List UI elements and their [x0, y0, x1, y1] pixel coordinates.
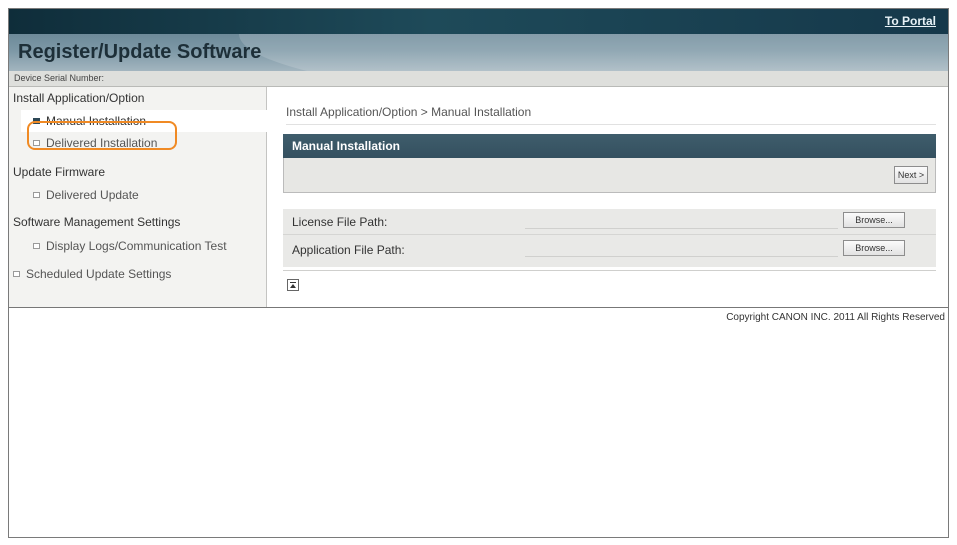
main-content: Install Application/Option > Manual Inst…	[268, 87, 948, 307]
sidebar-item-label: Delivered Update	[46, 188, 139, 202]
sidebar-category-firmware: Update Firmware	[13, 165, 106, 179]
device-serial-bar: Device Serial Number:	[9, 71, 948, 87]
sidebar-item-label: Display Logs/Communication Test	[46, 239, 227, 253]
footer-divider	[9, 307, 948, 308]
file-path-form: License File Path: Browse... Application…	[283, 209, 936, 267]
square-filled-icon	[33, 118, 40, 124]
square-icon	[33, 192, 40, 198]
application-file-row: Application File Path: Browse...	[283, 238, 936, 261]
application-file-input[interactable]	[525, 240, 838, 257]
sidebar-item-label: Scheduled Update Settings	[26, 267, 172, 281]
to-portal-link[interactable]: To Portal	[885, 14, 936, 28]
square-icon	[13, 271, 20, 277]
sidebar-item-scheduled-update-settings[interactable]: Scheduled Update Settings	[13, 267, 171, 281]
sidebar-category-install: Install Application/Option	[13, 91, 145, 105]
sidebar: Install Application/Option Manual Instal…	[9, 87, 267, 307]
sidebar-item-label: Manual Installation	[46, 114, 147, 128]
sidebar-item-delivered-update[interactable]: Delivered Update	[33, 188, 139, 202]
panel-title: Manual Installation	[283, 134, 936, 158]
sidebar-category-management: Software Management Settings	[13, 215, 181, 229]
top-bar: To Portal	[9, 9, 948, 34]
license-browse-button[interactable]: Browse...	[843, 212, 905, 228]
license-file-input[interactable]	[525, 212, 838, 229]
application-browse-button[interactable]: Browse...	[843, 240, 905, 256]
title-bar: Register/Update Software	[9, 34, 948, 71]
next-button[interactable]: Next >	[894, 166, 928, 184]
square-icon	[33, 243, 40, 249]
sidebar-item-delivered-installation[interactable]: Delivered Installation	[33, 136, 157, 150]
back-to-top-icon[interactable]	[287, 279, 299, 291]
sidebar-item-manual-installation[interactable]: Manual Installation	[21, 110, 267, 132]
form-divider	[283, 234, 936, 235]
square-icon	[33, 140, 40, 146]
license-file-row: License File Path: Browse...	[283, 210, 936, 233]
page-title: Register/Update Software	[18, 41, 262, 63]
copyright-text: Copyright CANON INC. 2011 All Rights Res…	[726, 312, 945, 323]
license-file-label: License File Path:	[292, 215, 388, 229]
app-window: To Portal Register/Update Software Devic…	[8, 8, 949, 538]
panel-actions: Next >	[283, 158, 936, 193]
form-bottom-divider	[283, 270, 936, 271]
application-file-label: Application File Path:	[292, 243, 405, 257]
breadcrumb: Install Application/Option > Manual Inst…	[286, 105, 936, 125]
sidebar-item-label: Delivered Installation	[46, 136, 158, 150]
sidebar-item-display-logs[interactable]: Display Logs/Communication Test	[33, 239, 227, 253]
